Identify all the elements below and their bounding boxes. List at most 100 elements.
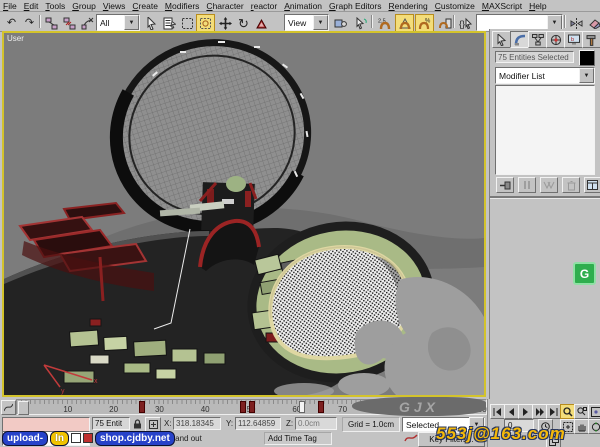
select-and-rotate-button[interactable]: ↻ — [234, 14, 253, 32]
zoom-all-button[interactable] — [574, 404, 589, 419]
trackbar-watermark: GJX — [352, 397, 486, 416]
edit-named-selections-button[interactable]: {} — [456, 14, 475, 32]
select-and-move-button[interactable] — [216, 14, 235, 32]
menu-animation[interactable]: Animation — [284, 1, 322, 11]
menu-maxscript[interactable]: MAXScript — [482, 1, 522, 11]
use-pivot-point-center-button[interactable] — [331, 14, 350, 32]
menu-reactor[interactable]: reactor — [251, 1, 277, 11]
list-icon — [163, 17, 176, 30]
timeline-key[interactable] — [249, 401, 255, 413]
timeline-key[interactable] — [318, 401, 324, 413]
open-mini-curve-editor-button[interactable] — [1, 400, 16, 415]
timeline-key[interactable] — [299, 401, 305, 413]
tab-modify[interactable] — [510, 31, 529, 48]
configure-modifier-sets-button[interactable] — [584, 177, 600, 193]
angle-snap-toggle-button[interactable] — [395, 14, 414, 32]
menu-help[interactable]: Help — [529, 1, 546, 11]
watermark-left: upload- In shop.cjdby.net — [2, 430, 175, 446]
space-warp-icon — [81, 17, 94, 30]
menu-modifiers[interactable]: Modifiers — [165, 1, 200, 11]
unlink-selection-button[interactable] — [60, 14, 79, 32]
spinner-snap-toggle-button[interactable] — [435, 14, 454, 32]
dropdown-arrow-icon[interactable]: ▼ — [124, 15, 139, 30]
selection-filter-dropdown[interactable]: All ▼ — [96, 14, 140, 31]
menu-file[interactable]: File — [3, 1, 17, 11]
redo-icon: ↷ — [25, 18, 34, 29]
reference-coordinate-dropdown[interactable]: View ▼ — [284, 14, 329, 31]
previous-frame-button[interactable] — [504, 404, 519, 419]
menu-group[interactable]: Group — [72, 1, 96, 11]
remove-modifier-button[interactable] — [562, 177, 580, 193]
snaps-toggle-button[interactable]: 2.5 — [375, 14, 394, 32]
timeline-key[interactable] — [139, 401, 145, 413]
tick-label: 20 — [109, 405, 118, 414]
svg-text:b: b — [571, 37, 574, 43]
percent-snap-icon: % — [418, 17, 432, 30]
tab-hierarchy[interactable] — [528, 31, 547, 48]
object-color-swatch[interactable] — [579, 50, 595, 66]
menu-customize[interactable]: Customize — [435, 1, 475, 11]
y-coordinate-field[interactable]: 112.64859 — [235, 417, 281, 430]
next-frame-button[interactable] — [532, 404, 547, 419]
go-to-start-button[interactable] — [490, 404, 505, 419]
go-to-end-icon — [549, 408, 558, 416]
add-time-tag[interactable]: Add Time Tag — [264, 432, 332, 445]
viewport-canvas[interactable]: x y — [4, 33, 484, 395]
region-icon — [181, 17, 194, 30]
select-and-link-button[interactable] — [42, 14, 61, 32]
zoom-all-icon — [577, 407, 587, 417]
make-unique-icon — [543, 181, 555, 190]
unlink-icon — [63, 17, 76, 30]
menu-create[interactable]: Create — [132, 1, 158, 11]
pan-button[interactable] — [574, 419, 589, 434]
dropdown-arrow-icon[interactable]: ▼ — [313, 15, 328, 30]
selection-count-field: 75 Entit — [92, 417, 130, 430]
modifier-stack-list[interactable] — [495, 85, 595, 175]
zoom-button[interactable] — [560, 404, 575, 419]
menu-tools[interactable]: Tools — [45, 1, 65, 11]
menu-character[interactable]: Character — [206, 1, 243, 11]
menu-graph-editors[interactable]: Graph Editors — [329, 1, 381, 11]
x-coordinate-field[interactable]: 318.18345 — [173, 417, 221, 430]
new-key-default-inout-toggle[interactable] — [404, 433, 418, 443]
bind-to-space-warp-button[interactable] — [78, 14, 97, 32]
go-to-end-button[interactable] — [546, 404, 561, 419]
menu-rendering[interactable]: Rendering — [389, 1, 428, 11]
tab-display[interactable]: b — [564, 31, 583, 48]
timeline-key[interactable] — [240, 401, 246, 413]
rectangular-selection-region-button[interactable] — [178, 14, 197, 32]
viewport-label[interactable]: User — [7, 34, 24, 43]
make-unique-button[interactable] — [540, 177, 558, 193]
z-coordinate-field[interactable]: 0.0cm — [295, 417, 337, 430]
show-end-result-button[interactable] — [518, 177, 536, 193]
watermark-badge: shop.cjdby.net — [95, 431, 175, 446]
dropdown-arrow-icon[interactable]: ▼ — [579, 68, 594, 83]
play-animation-button[interactable] — [518, 404, 533, 419]
undo-button[interactable]: ↶ — [2, 14, 21, 32]
zoom-extents-button[interactable] — [588, 404, 600, 419]
tab-motion[interactable] — [546, 31, 565, 48]
pivot-center-icon — [334, 17, 347, 30]
select-and-scale-button[interactable] — [252, 14, 271, 32]
menu-edit[interactable]: Edit — [24, 1, 39, 11]
dropdown-arrow-icon[interactable]: ▼ — [547, 15, 562, 30]
select-and-manipulate-button[interactable] — [352, 14, 371, 32]
modifier-list-dropdown[interactable]: Modifier List ▼ — [495, 67, 595, 84]
window-crossing-button[interactable] — [196, 14, 215, 32]
align-icon — [588, 17, 600, 30]
time-slider-handle[interactable] — [18, 401, 29, 415]
arc-rotate-button[interactable] — [588, 419, 600, 434]
selection-lock-toggle[interactable] — [133, 419, 142, 429]
pin-stack-button[interactable] — [496, 177, 514, 193]
perspective-viewport[interactable]: User — [2, 31, 486, 397]
select-object-button[interactable] — [142, 14, 161, 32]
select-by-name-button[interactable] — [160, 14, 179, 32]
svg-text:y: y — [61, 388, 65, 395]
tab-create[interactable] — [492, 31, 511, 48]
menu-views[interactable]: Views — [103, 1, 126, 11]
redo-button[interactable]: ↷ — [20, 14, 39, 32]
tick-label: 70 — [338, 405, 347, 414]
toolbar-separator — [39, 15, 41, 28]
tab-utilities[interactable] — [582, 31, 600, 48]
percent-snap-toggle-button[interactable]: % — [415, 14, 434, 32]
